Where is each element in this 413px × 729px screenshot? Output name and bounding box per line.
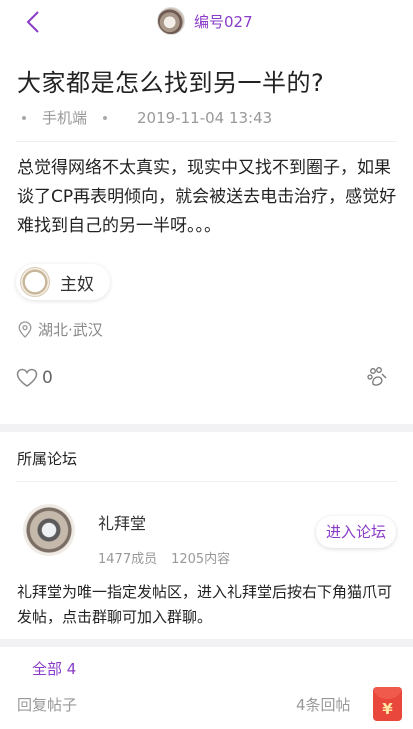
forum-avatar[interactable] — [17, 502, 81, 558]
red-packet-icon — [373, 687, 402, 699]
author-name[interactable]: 编号027 — [194, 11, 253, 32]
post-title: 大家都是怎么找到另一半的? — [17, 69, 325, 97]
forum-members: 1477成员 — [98, 552, 158, 567]
post-meta: 手机端 2019-11-04 13:43 — [22, 107, 272, 128]
divider — [16, 141, 397, 142]
heart-icon — [16, 368, 38, 387]
bullet-icon — [103, 115, 108, 120]
forum-stats: 1477成员 1205内容 — [98, 548, 230, 567]
forum-card: 所属论坛 礼拜堂 1477成员 1205内容 进入论坛 礼拜堂为唯一指定发帖区，进… — [0, 432, 413, 639]
location-pin-icon — [18, 321, 32, 338]
enter-forum-button[interactable]: 进入论坛 — [316, 516, 396, 548]
location-label: 湖北·武汉 — [38, 321, 103, 339]
post-tag[interactable]: 主奴 — [16, 264, 110, 300]
forum-description: 礼拜堂为唯一指定发帖区，进入礼拜堂后按右下角猫爪可发帖，点击群聊可加入群聊。 — [17, 583, 393, 626]
post-time: 2019-11-04 13:43 — [137, 108, 273, 127]
post-card: 编号027 大家都是怎么找到另一半的? 手机端 2019-11-04 13:43… — [0, 0, 413, 424]
post-location: 湖北·武汉 — [18, 319, 103, 340]
tag-icon — [20, 267, 50, 297]
back-chevron-icon — [26, 11, 39, 33]
forum-name[interactable]: 礼拜堂 — [98, 510, 146, 534]
post-body: 总觉得网络不太真实，现实中又找不到圈子，如果谈了CP再表明倾向，就会被送去电击治… — [17, 158, 397, 236]
like-count: 0 — [42, 368, 53, 388]
red-packet-button[interactable]: ¥ — [373, 687, 402, 721]
post-platform: 手机端 — [42, 109, 88, 127]
reply-post-input[interactable]: 回复帖子 — [17, 694, 77, 715]
tab-all-comments[interactable]: 全部 4 — [32, 658, 76, 679]
tag-label: 主奴 — [60, 274, 94, 295]
cat-paw-icon — [367, 367, 387, 386]
divider — [16, 481, 397, 482]
reply-count: 4条回帖 — [296, 696, 351, 714]
author-avatar[interactable] — [157, 7, 185, 35]
comments-card: 全部 4 回复帖子 4条回帖 ¥ — [0, 647, 413, 729]
forum-heading: 所属论坛 — [17, 450, 78, 468]
back-button[interactable] — [24, 10, 44, 34]
bullet-icon — [22, 115, 26, 120]
yen-icon: ¥ — [382, 700, 393, 718]
share-button[interactable] — [366, 366, 388, 392]
forum-contents: 1205内容 — [171, 552, 231, 567]
like-button[interactable]: 0 — [16, 368, 53, 388]
